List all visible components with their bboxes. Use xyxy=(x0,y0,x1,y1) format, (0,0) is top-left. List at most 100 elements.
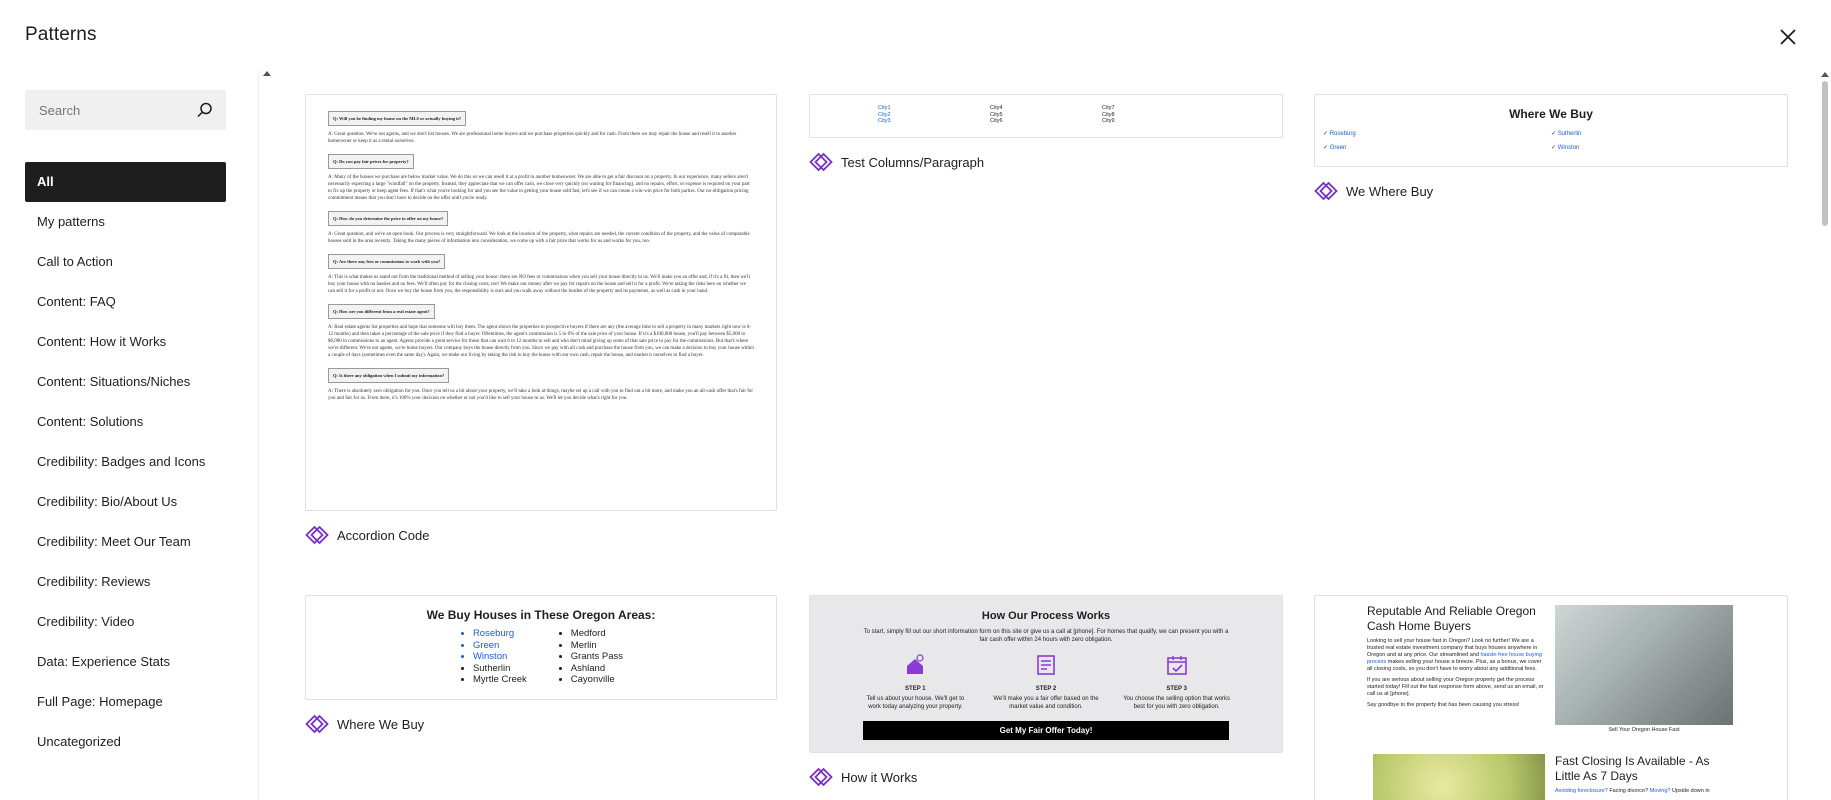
pattern-card-where-we-buy[interactable]: We Buy Houses in These Oregon Areas: Ros… xyxy=(305,595,777,736)
search-box xyxy=(25,90,226,130)
pattern-card-test-columns[interactable]: City1 City2 City3 City4 City5 City6 City7 City8… xyxy=(809,94,1283,174)
faq-question: Q: Do you pay fair prices for property? xyxy=(328,154,414,169)
pattern-preview[interactable]: We Buy Houses in These Oregon Areas: Ros… xyxy=(305,595,777,700)
preview-intro: To start, simply fill out our short info… xyxy=(863,629,1229,643)
pattern-label[interactable]: Accordion Code xyxy=(305,523,777,547)
preview-paragraph: Looking to sell your house fast in Orego… xyxy=(1367,638,1547,673)
preview-heading-2: Fast Closing Is Available - As Little As… xyxy=(1555,754,1710,783)
pattern-label[interactable]: Test Columns/Paragraph xyxy=(809,150,1283,174)
category-content-situations-niches[interactable]: Content: Situations/Niches xyxy=(25,362,226,402)
pattern-name: Test Columns/Paragraph xyxy=(841,154,985,170)
scrollbar-thumb[interactable] xyxy=(1822,81,1828,226)
pattern-icon xyxy=(305,525,329,545)
pattern-label[interactable]: How it Works xyxy=(809,765,1283,789)
step-title: STEP 3 xyxy=(1166,685,1187,692)
category-all[interactable]: All xyxy=(25,162,226,202)
sidebar: AllMy patternsCall to ActionContent: FAQ… xyxy=(0,70,259,800)
category-data-experience-stats[interactable]: Data: Experience Stats xyxy=(25,642,226,682)
pattern-card-we-where-buy[interactable]: Where We Buy RoseburgSutherlinGreenWinst… xyxy=(1314,94,1788,203)
step-title: STEP 1 xyxy=(905,685,926,692)
city-item: City3 xyxy=(878,118,891,124)
step-text: We'll make you a fair offer based on the… xyxy=(993,696,1099,710)
category-credibility-video[interactable]: Credibility: Video xyxy=(25,602,226,642)
preview-paragraph: Say goodbye to the property that has bee… xyxy=(1367,702,1520,708)
where-item: Roseburg xyxy=(1323,127,1551,141)
preview-paragraph: Avoiding foreclosure? Facing divorce? Mo… xyxy=(1555,788,1733,794)
pattern-grid: Q: Will you be finding my house on the M… xyxy=(259,70,1831,800)
preview-link: Moving? xyxy=(1649,788,1671,794)
page-title: Patterns xyxy=(25,24,97,45)
areas-list-left: RoseburgGreenWinstonSutherlinMyrtle Cree… xyxy=(459,628,527,686)
faq-answer: A: There is absolutely zero obligation f… xyxy=(328,389,754,401)
close-button[interactable] xyxy=(1775,24,1801,50)
pattern-preview[interactable]: How Our Process Works To start, simply f… xyxy=(809,595,1283,753)
where-item: Green xyxy=(1323,141,1551,155)
cities-preview: City1 City2 City3 City4 City5 City6 City7 City8… xyxy=(810,95,1282,135)
area-item: Green xyxy=(473,640,527,652)
pattern-preview[interactable]: Q: Will you be finding my house on the M… xyxy=(305,94,777,511)
faq-answer: A: Many of the houses we purchase are be… xyxy=(328,175,750,201)
pattern-icon xyxy=(1314,181,1338,201)
area-item: Sutherlin xyxy=(473,663,527,675)
pattern-card-accordion-code[interactable]: Q: Will you be finding my house on the M… xyxy=(305,94,777,547)
area-item: Cayonville xyxy=(571,674,623,686)
category-content-faq[interactable]: Content: FAQ xyxy=(25,282,226,322)
search-icon[interactable] xyxy=(196,101,214,119)
pattern-card-how-it-works[interactable]: How Our Process Works To start, simply f… xyxy=(809,595,1283,789)
cities-column: City4 City5 City6 xyxy=(990,105,1102,125)
area-item: Medford xyxy=(571,628,623,640)
preview-text: Facing divorce? xyxy=(1607,788,1650,794)
cities-column: City1 City2 City3 xyxy=(878,105,990,125)
pattern-icon xyxy=(809,152,833,172)
faq-question: Q: How are you different from a real est… xyxy=(328,304,435,319)
close-icon[interactable] xyxy=(1779,28,1797,46)
category-full-page-homepage[interactable]: Full Page: Homepage xyxy=(25,682,226,722)
preview-heading: Where We Buy xyxy=(1509,107,1593,121)
scrollbar-up-arrow[interactable] xyxy=(1821,72,1829,77)
preview-heading: We Buy Houses in These Oregon Areas: xyxy=(426,608,656,622)
category-credibility-reviews[interactable]: Credibility: Reviews xyxy=(25,562,226,602)
city-item: City9 xyxy=(1102,118,1115,124)
search-input[interactable] xyxy=(37,101,191,119)
area-item: Winston xyxy=(473,651,527,663)
pattern-card-homepage[interactable]: Reputable And Reliable Oregon Cash Home … xyxy=(1314,595,1788,800)
pattern-name: We Where Buy xyxy=(1346,183,1434,199)
category-my-patterns[interactable]: My patterns xyxy=(25,202,226,242)
category-call-to-action[interactable]: Call to Action xyxy=(25,242,226,282)
pattern-preview[interactable]: Where We Buy RoseburgSutherlinGreenWinst… xyxy=(1314,94,1788,167)
preview-heading: Reputable And Reliable Oregon Cash Home … xyxy=(1367,604,1536,633)
city-item: City6 xyxy=(990,118,1003,124)
category-content-solutions[interactable]: Content: Solutions xyxy=(25,402,226,442)
pattern-label[interactable]: We Where Buy xyxy=(1314,179,1788,203)
cities-column: City7 City8 City9 xyxy=(1102,105,1214,125)
preview-cta: Get My Fair Offer Today! xyxy=(863,721,1229,740)
category-uncategorized[interactable]: Uncategorized xyxy=(25,722,226,762)
scroll-up-arrow[interactable] xyxy=(263,71,271,76)
faq-question: Q: Are there any fees or commissions to … xyxy=(328,254,446,269)
areas-list-right: MedfordMerlinGrants PassAshlandCayonvill… xyxy=(557,628,623,686)
category-credibility-meet-our-team[interactable]: Credibility: Meet Our Team xyxy=(25,522,226,562)
house-icon xyxy=(907,654,924,674)
step-text: Tell us about your house. We'll get to w… xyxy=(866,696,965,710)
pattern-name: Accordion Code xyxy=(337,527,430,543)
process-step: STEP 2 We'll make you a fair offer based … xyxy=(991,652,1101,711)
document-icon xyxy=(1037,655,1055,675)
preview-photo-garden xyxy=(1373,754,1545,800)
where-item: Winston xyxy=(1551,141,1779,155)
area-item: Grants Pass xyxy=(571,651,623,663)
area-item: Ashland xyxy=(571,663,623,675)
category-credibility-badges-and-icons[interactable]: Credibility: Badges and Icons xyxy=(25,442,226,482)
pattern-name: Where We Buy xyxy=(337,716,425,732)
preview-text: Upside down in xyxy=(1670,788,1710,794)
pattern-label[interactable]: Where We Buy xyxy=(305,712,777,736)
category-content-how-it-works[interactable]: Content: How it Works xyxy=(25,322,226,362)
faq-answer: A: Great question, and we're an open boo… xyxy=(328,232,750,244)
preview-photo-man xyxy=(1555,605,1733,725)
category-credibility-bio-about-us[interactable]: Credibility: Bio/About Us xyxy=(25,482,226,522)
category-list: All My patterns Call to Action Content: FAQ… xyxy=(25,162,226,762)
pattern-preview[interactable]: Reputable And Reliable Oregon Cash Home … xyxy=(1314,595,1788,800)
scrollbar[interactable] xyxy=(1821,70,1829,800)
faq-question: Q: How do you determine the price to off… xyxy=(328,211,449,226)
pattern-preview[interactable]: City1 City2 City3 City4 City5 City6 City7 City8… xyxy=(809,94,1283,138)
preview-paragraph: If you are serious about selling your Or… xyxy=(1367,677,1544,697)
